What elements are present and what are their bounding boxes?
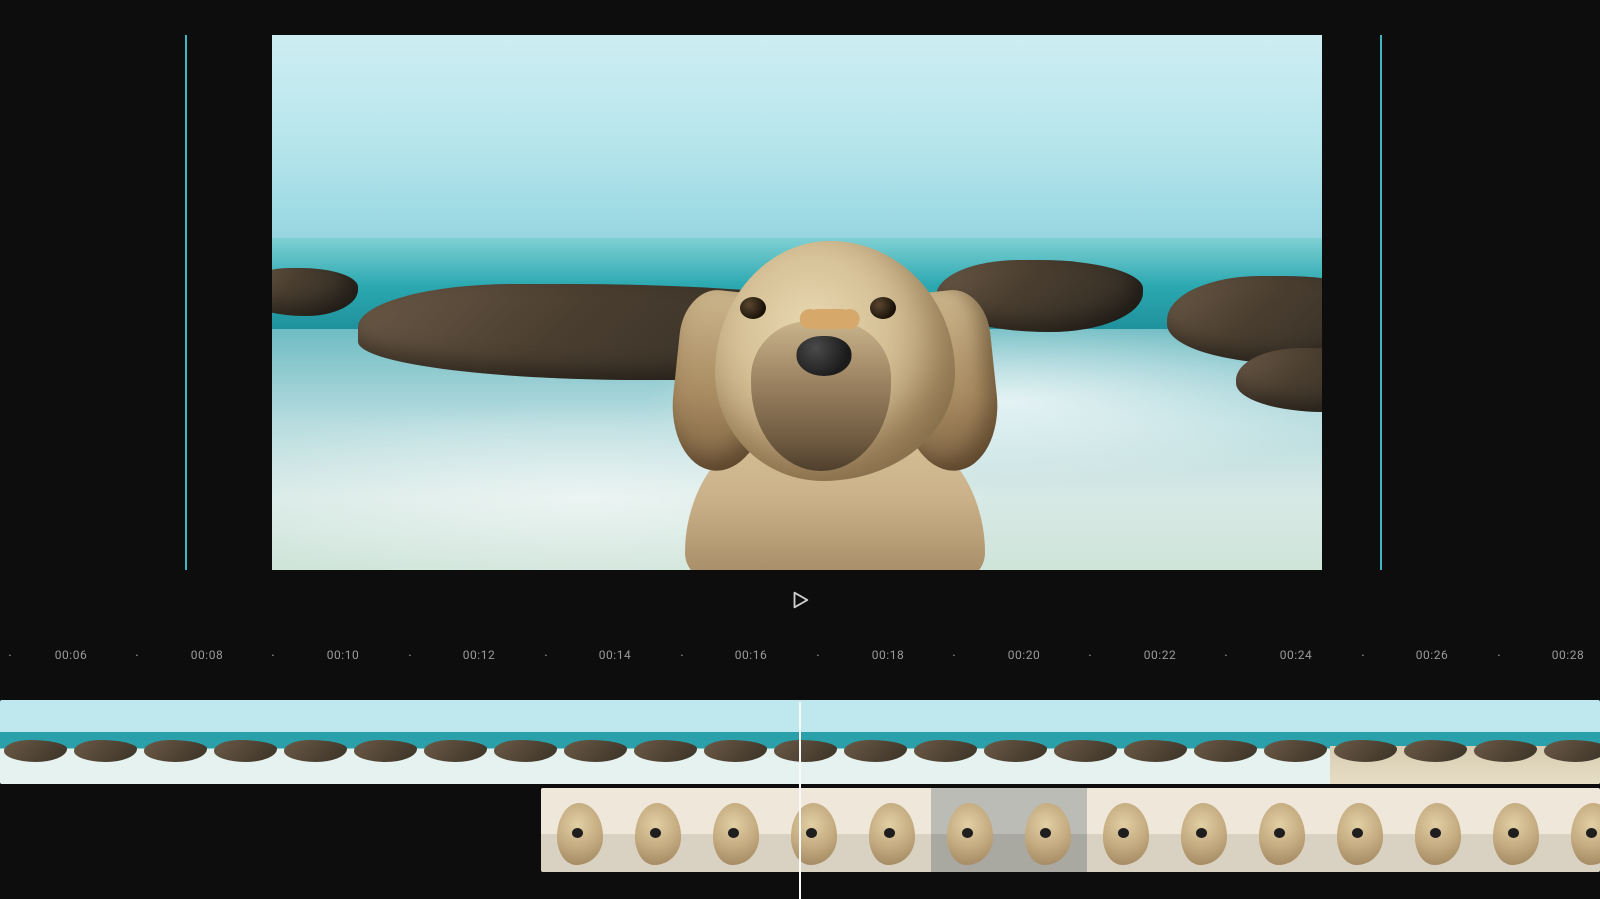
clip-thumbnail bbox=[1399, 788, 1477, 872]
clip-thumbnail bbox=[1470, 700, 1540, 784]
dog-treat-on-nose bbox=[808, 309, 852, 329]
ruler-tick-major: 00:24 bbox=[1280, 648, 1312, 662]
ruler-tick-minor bbox=[680, 648, 684, 664]
clip-thumbnail bbox=[1087, 788, 1165, 872]
timeline-ruler[interactable]: 00:06 00:08 00:10 00:12 00:14 00:16 00:18 00:20… bbox=[0, 648, 1600, 688]
ruler-tick-minor bbox=[1497, 648, 1501, 664]
ruler-tick-major: 00:26 bbox=[1416, 648, 1448, 662]
ruler-tick-minor bbox=[544, 648, 548, 664]
clip-thumbnail bbox=[910, 700, 980, 784]
clip-thumbnail bbox=[1330, 700, 1400, 784]
clip-thumbnail bbox=[630, 700, 700, 784]
clip-thumbnail bbox=[541, 788, 619, 872]
clip-thumbnail bbox=[210, 700, 280, 784]
ruler-tick-major: 00:18 bbox=[872, 648, 904, 662]
rock bbox=[272, 268, 358, 316]
ruler-tick-minor bbox=[952, 648, 956, 664]
ruler-tick-major: 00:16 bbox=[735, 648, 767, 662]
clip-thumbnail bbox=[1050, 700, 1120, 784]
ruler-tick-label: 00:22 bbox=[1144, 648, 1176, 662]
clip-thumbnail bbox=[420, 700, 490, 784]
clip-thumbnail bbox=[140, 700, 210, 784]
clip-thumbnail bbox=[853, 788, 931, 872]
ruler-tick-label: 00:08 bbox=[191, 648, 223, 662]
clip-thumbnail bbox=[931, 788, 1009, 872]
safe-area-guide-right bbox=[1380, 35, 1382, 570]
clip-thumbnail bbox=[1477, 788, 1555, 872]
clip-thumbnail bbox=[619, 788, 697, 872]
ruler-tick-minor bbox=[1361, 648, 1365, 664]
ruler-tick-label: 00:24 bbox=[1280, 648, 1312, 662]
ruler-tick-major: 00:22 bbox=[1144, 648, 1176, 662]
ruler-tick-minor bbox=[816, 648, 820, 664]
dog-eye-left bbox=[740, 297, 766, 319]
ruler-tick-minor bbox=[408, 648, 412, 664]
clip-thumbnail bbox=[1120, 700, 1190, 784]
clip-thumbnail bbox=[280, 700, 350, 784]
clip-thumbnail bbox=[840, 700, 910, 784]
ruler-tick-label: 00:06 bbox=[55, 648, 87, 662]
clip-dog[interactable] bbox=[541, 788, 1600, 872]
clip-thumbnail bbox=[1009, 788, 1087, 872]
clip-thumbnail bbox=[1400, 700, 1470, 784]
play-button[interactable] bbox=[780, 580, 820, 620]
clip-thumbnail bbox=[490, 700, 560, 784]
clip-thumbnail bbox=[560, 700, 630, 784]
ruler-tick-minor bbox=[8, 648, 12, 664]
track-dog[interactable] bbox=[0, 788, 1600, 872]
ruler-tick-minor bbox=[135, 648, 139, 664]
ruler-tick-major: 00:08 bbox=[191, 648, 223, 662]
ruler-tick-label: 00:10 bbox=[327, 648, 359, 662]
clip-thumbnail bbox=[770, 700, 840, 784]
clip-thumbnail bbox=[1540, 700, 1600, 784]
timeline-tracks bbox=[0, 700, 1600, 876]
clip-thumbnail bbox=[1260, 700, 1330, 784]
preview-area bbox=[0, 0, 1600, 620]
ruler-tick-label: 00:28 bbox=[1552, 648, 1584, 662]
ruler-tick-minor bbox=[1088, 648, 1092, 664]
clip-thumbnail bbox=[1165, 788, 1243, 872]
play-icon bbox=[789, 589, 811, 611]
clip-thumbnail bbox=[350, 700, 420, 784]
ruler-tick-major: 00:28 bbox=[1552, 648, 1584, 662]
ruler-tick-major: 00:10 bbox=[327, 648, 359, 662]
clip-thumbnail bbox=[775, 788, 853, 872]
ruler-tick-label: 00:20 bbox=[1008, 648, 1040, 662]
clip-beach[interactable] bbox=[0, 700, 1600, 784]
clip-thumbnail bbox=[697, 788, 775, 872]
clip-thumbnail bbox=[70, 700, 140, 784]
ruler-tick-major: 00:12 bbox=[463, 648, 495, 662]
dog-eye-right bbox=[870, 297, 896, 319]
clip-thumbnail bbox=[1190, 700, 1260, 784]
ruler-tick-major: 00:14 bbox=[599, 648, 631, 662]
dog-nose bbox=[797, 336, 852, 376]
ruler-tick-major: 00:06 bbox=[55, 648, 87, 662]
ruler-tick-major: 00:20 bbox=[1008, 648, 1040, 662]
clip-thumbnail bbox=[1243, 788, 1321, 872]
preview-frame[interactable] bbox=[272, 35, 1322, 570]
ruler-tick-minor bbox=[271, 648, 275, 664]
track-beach[interactable] bbox=[0, 700, 1600, 784]
clip-thumbnail bbox=[1321, 788, 1399, 872]
ruler-tick-label: 00:26 bbox=[1416, 648, 1448, 662]
ruler-tick-label: 00:12 bbox=[463, 648, 495, 662]
clip-thumbnail bbox=[700, 700, 770, 784]
safe-area-guide-left bbox=[185, 35, 187, 570]
clip-thumbnail bbox=[980, 700, 1050, 784]
ruler-tick-minor bbox=[1224, 648, 1228, 664]
ruler-tick-label: 00:14 bbox=[599, 648, 631, 662]
ruler-tick-label: 00:18 bbox=[872, 648, 904, 662]
ruler-tick-label: 00:16 bbox=[735, 648, 767, 662]
clip-thumbnail bbox=[0, 700, 70, 784]
preview-dog bbox=[645, 221, 1025, 570]
clip-thumbnail bbox=[1555, 788, 1600, 872]
